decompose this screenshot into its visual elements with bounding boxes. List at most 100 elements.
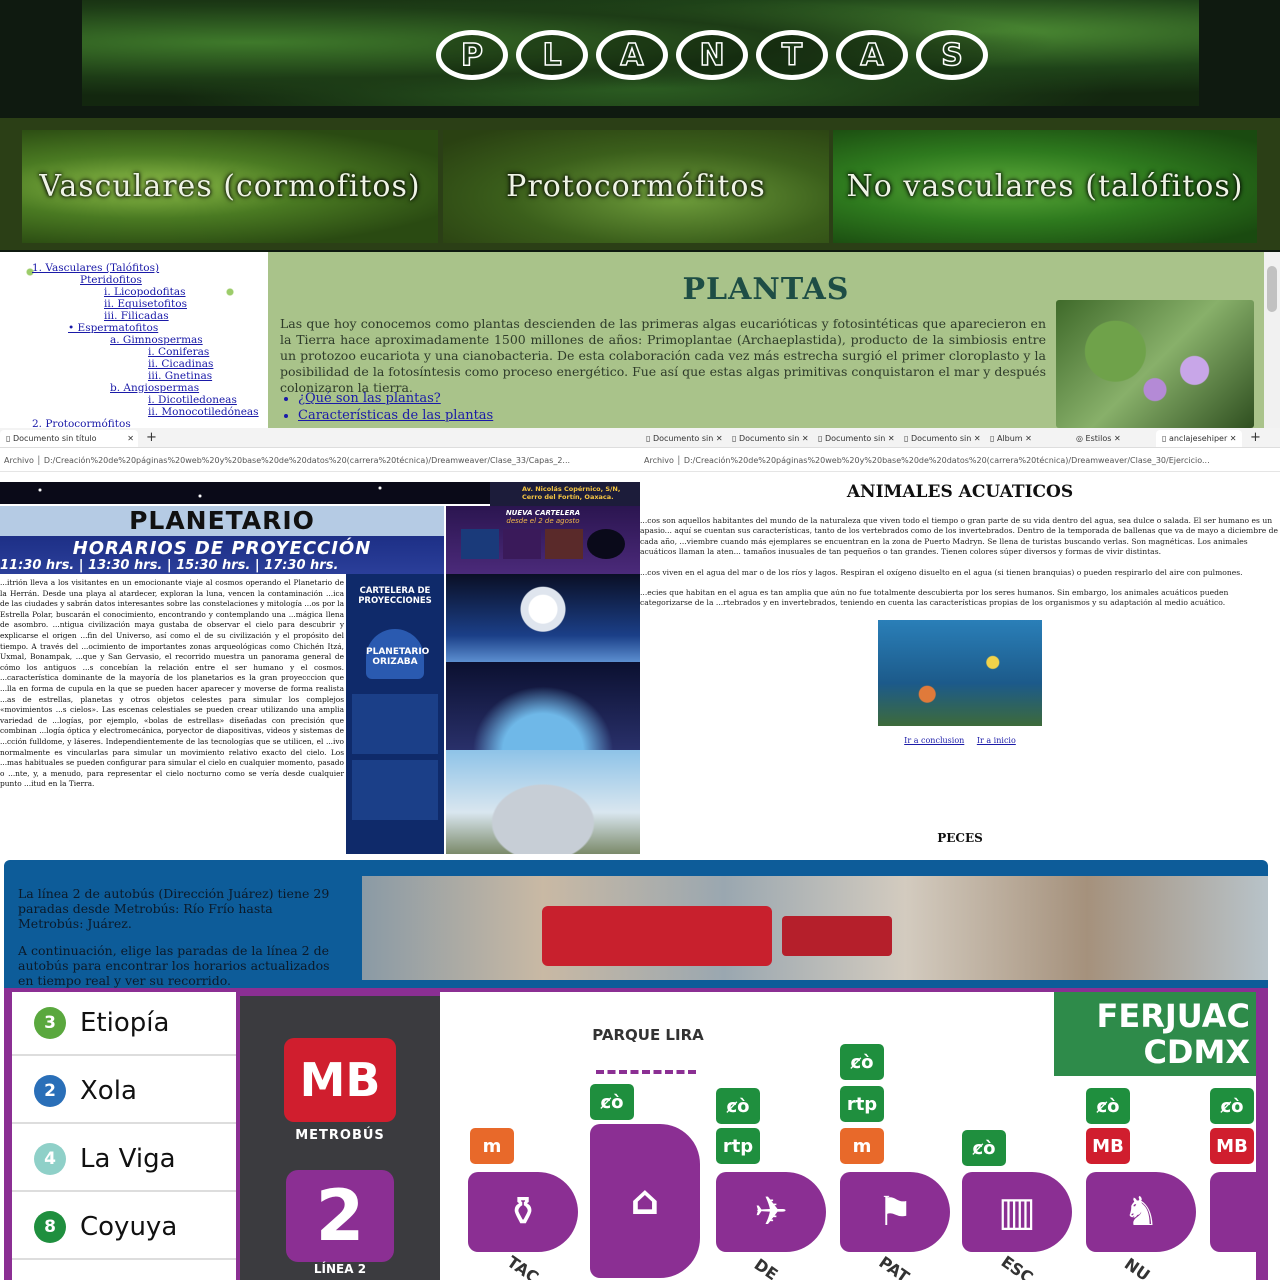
doc-icon: ▯ xyxy=(904,434,911,443)
cablebus-icon: ȼò xyxy=(1086,1088,1130,1124)
reef-image xyxy=(878,620,1042,726)
cablebus-icon: ȼò xyxy=(716,1088,760,1124)
browser-tab-active[interactable]: ▯ anclajesehiper ✕ xyxy=(1156,430,1242,447)
page-title: ANIMALES ACUATICOS xyxy=(846,482,1074,502)
nav-tree-item[interactable]: a. Gimnospermas xyxy=(0,334,268,346)
category-protocormofitos[interactable]: Protocormófitos xyxy=(443,130,829,243)
nav-tree-item[interactable]: iii. Filicadas xyxy=(0,310,268,322)
horarios-times: 11:30 hrs. | 13:30 hrs. | 15:30 hrs. | 1… xyxy=(0,558,339,573)
station-icon-pat[interactable]: ⚑ xyxy=(840,1172,950,1252)
link-inicio[interactable]: Ir a inicio xyxy=(977,736,1016,745)
banner-letter: T xyxy=(756,30,828,80)
cartelera-title: CARTELERA DE PROYECCIONES xyxy=(358,586,432,606)
stop-number: 2 xyxy=(34,1075,66,1107)
banner-letter: L xyxy=(516,30,588,80)
browser-tab[interactable]: ▯ Documento sin ✕ xyxy=(898,430,984,447)
animales-window: ▯ Documento sin ✕ ▯ Documento sin ✕ ▯ Do… xyxy=(640,428,1280,854)
browser-tab[interactable]: ▯ Documento sin ✕ xyxy=(726,430,812,447)
station-icon-tacubaya[interactable]: ⚱ xyxy=(468,1172,578,1252)
metro-icon: m xyxy=(840,1128,884,1164)
nav-tree-item[interactable]: b. Angiospermas xyxy=(0,382,268,394)
address-text: D:/Creación%20de%20páginas%20web%20y%20b… xyxy=(683,456,1210,465)
browser-tab[interactable]: ▯ Documento sin título ✕ xyxy=(0,430,138,447)
station-icon-de[interactable]: ✈ xyxy=(716,1172,826,1252)
new-tab-icon[interactable]: + xyxy=(146,430,157,445)
link-caracteristicas[interactable]: Características de las plantas xyxy=(298,407,493,424)
doc-icon: ▯ xyxy=(1162,434,1169,443)
link-conclusion[interactable]: Ir a conclusion xyxy=(904,736,964,745)
globe-icon: ◎ xyxy=(1076,434,1086,443)
nav-tree-item[interactable]: • Espermatofitos xyxy=(0,322,268,334)
tab-title: Documento sin xyxy=(652,434,714,443)
metrobus-icon: MB xyxy=(1086,1128,1130,1164)
stop-name: La Viga xyxy=(80,1144,176,1174)
banner-letter: A xyxy=(836,30,908,80)
nueva-cartelera-sub: desde el 2 de agosto xyxy=(506,517,580,525)
tab-title: Album xyxy=(996,434,1023,443)
nav-tree-item[interactable]: i. Dicotiledoneas xyxy=(0,394,268,406)
bus-photo xyxy=(782,916,892,956)
starfield-strip xyxy=(0,482,490,504)
nueva-cartelera-banner: NUEVA CARTELERA desde el 2 de agosto xyxy=(446,506,640,574)
address-bar[interactable]: Archivo │ D:/Creación%20de%20páginas%20w… xyxy=(640,448,1280,472)
tab-bar: ▯ Documento sin título ✕ + xyxy=(0,428,640,448)
links-list: ¿Qué son las plantas? Características de… xyxy=(298,390,493,424)
category-vasculares[interactable]: Vasculares (cormofitos) xyxy=(22,130,438,243)
nav-tree-item[interactable]: iii. Gnetinas xyxy=(0,370,268,382)
poster-thumb xyxy=(587,529,625,559)
nav-tree-item[interactable]: Pteridofitos xyxy=(0,274,268,286)
show-listing xyxy=(352,694,438,754)
doc-icon: ▯ xyxy=(732,434,739,443)
plantas-page: P L A N T A S Vasculares (cormofitos) Pr… xyxy=(0,0,1280,428)
stop-number: 8 xyxy=(34,1211,66,1243)
browser-tab[interactable]: ▯ Documento sin ✕ xyxy=(812,430,898,447)
street-photos xyxy=(362,876,1268,980)
metrobus-wordmark: METROBÚS xyxy=(295,1128,385,1143)
nav-tree-item[interactable]: ii. Equisetofitos xyxy=(0,298,268,310)
nav-tree-item[interactable]: 2. Protocormófitos xyxy=(0,418,268,428)
station-icon-partial[interactable] xyxy=(1210,1172,1256,1252)
nav-tree-item[interactable]: ii. Cicadinas xyxy=(0,358,268,370)
stop-item[interactable]: 3 Etiopía xyxy=(12,992,236,1056)
stop-item[interactable]: 8 Coyuya xyxy=(12,1196,236,1260)
line-label: LÍNEA 2 xyxy=(313,1262,367,1276)
station-icon-esc[interactable]: ▥ xyxy=(962,1172,1072,1252)
intro-text: La línea 2 de autobús (Dirección Juárez)… xyxy=(18,886,330,988)
tab-title: Estilos xyxy=(1085,434,1112,443)
station-icon-parque-lira[interactable]: ⌂ xyxy=(590,1124,700,1278)
planetario-body-text: ...itrión lleva a los visitantes en un e… xyxy=(0,578,344,789)
station-label: TAC xyxy=(503,1252,543,1280)
cablebus-icon: ȼò xyxy=(840,1044,884,1080)
nav-tree-item[interactable]: ii. Monocotiledóneas xyxy=(0,406,268,418)
link-que-son[interactable]: ¿Qué son las plantas? xyxy=(298,390,493,407)
banner-letter: A xyxy=(596,30,668,80)
browser-tab[interactable]: ◎ Estilos ✕ xyxy=(1070,430,1156,447)
stop-item[interactable]: 2 Xola xyxy=(12,1060,236,1124)
planetario-logo: PLANETARIO ORIZABA xyxy=(366,629,429,679)
nav-tree-item[interactable]: i. Licopodofitas xyxy=(0,286,268,298)
location-box: Av. Nicolás Copérnico, S/N, Cerro del Fo… xyxy=(490,482,640,506)
close-icon[interactable]: ✕ xyxy=(127,434,134,443)
tab-title: Documento sin título xyxy=(12,434,97,443)
nav-tree-item[interactable]: 1. Vasculares (Talófitos) xyxy=(0,262,268,274)
cablebus-icon: ȼò xyxy=(590,1084,634,1120)
parque-lira-label: PARQUE LIRA xyxy=(592,1026,704,1044)
poster-thumb xyxy=(545,529,583,559)
scrollbar-thumb[interactable] xyxy=(1267,266,1277,312)
station-icon-nu[interactable]: ♞ xyxy=(1086,1172,1196,1252)
stop-item[interactable]: 4 La Viga xyxy=(12,1128,236,1192)
scrollbar[interactable] xyxy=(1264,252,1280,428)
category-no-vasculares[interactable]: No vasculares (talófitos) xyxy=(833,130,1257,243)
browser-tab[interactable]: ▯ Album ✕ xyxy=(984,430,1070,447)
metrobus-logo: MB xyxy=(284,1038,396,1122)
archivo-label: Archivo │ xyxy=(4,456,44,465)
new-tab-icon[interactable]: + xyxy=(1250,430,1261,445)
browser-tab[interactable]: ▯ Documento sin ✕ xyxy=(640,430,726,447)
animales-page: ANIMALES ACUATICOS ...cos son aquellos h… xyxy=(640,474,1280,854)
nav-tree-item[interactable]: i. Coniferas xyxy=(0,346,268,358)
show-listing xyxy=(352,760,438,820)
doc-icon: ▯ xyxy=(818,434,825,443)
tab-title: Documento sin xyxy=(910,434,972,443)
address-bar[interactable]: Archivo │ D:/Creación%20de%20páginas%20w… xyxy=(0,448,640,472)
tab-title: Documento sin xyxy=(738,434,800,443)
